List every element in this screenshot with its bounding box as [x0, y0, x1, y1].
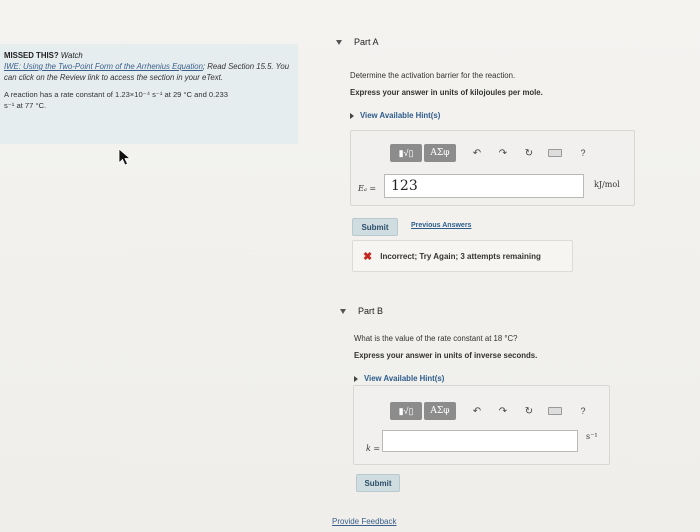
provide-feedback-link[interactable]: Provide Feedback	[332, 517, 396, 526]
greek-symbols-button[interactable]: ΑΣφ	[424, 144, 456, 162]
incorrect-x-icon: ✖	[363, 250, 373, 263]
undo-icon[interactable]: ↶	[472, 406, 482, 417]
part-a-unit: kJ/mol	[594, 180, 620, 189]
part-a-submit-button[interactable]: Submit	[352, 218, 398, 236]
redo-icon[interactable]: ↷	[498, 148, 508, 159]
part-a-hints-label: View Available Hint(s)	[360, 111, 441, 120]
part-a-answer-input[interactable]: 123	[384, 174, 584, 198]
part-a-title: Part A	[354, 37, 379, 47]
part-b-answer-box	[353, 385, 610, 465]
collapse-triangle-icon	[336, 40, 342, 46]
mouse-cursor-icon	[118, 148, 132, 166]
feedback-text: Incorrect; Try Again; 3 attempts remaini…	[380, 251, 541, 261]
part-b-title: Part B	[358, 306, 384, 316]
keyboard-icon[interactable]	[548, 407, 562, 415]
part-b-instruction: Express your answer in units of inverse …	[354, 351, 538, 360]
part-a-header[interactable]: Part A	[336, 37, 379, 47]
part-a-hints-link[interactable]: View Available Hint(s)	[350, 111, 440, 120]
missed-title: MISSED THIS?	[4, 51, 59, 60]
watch-label: Watch	[60, 51, 83, 60]
part-b-hints-link[interactable]: View Available Hint(s)	[354, 374, 444, 383]
redo-icon[interactable]: ↷	[498, 406, 508, 417]
help-icon[interactable]: ?	[578, 406, 588, 416]
part-b-toolbar: ▮√▯ ΑΣφ ↶ ↷ ↻ ?	[390, 402, 588, 420]
part-a-toolbar: ▮√▯ ΑΣφ ↶ ↷ ↻ ?	[390, 144, 588, 162]
templates-button[interactable]: ▮√▯	[390, 144, 422, 162]
part-b-unit: s⁻¹	[586, 432, 598, 441]
problem-line-2: s⁻¹ at 77 °C.	[4, 101, 47, 110]
help-icon[interactable]: ?	[578, 148, 588, 158]
undo-icon[interactable]: ↶	[472, 148, 482, 159]
part-a-question: Determine the activation barrier for the…	[350, 71, 516, 80]
missed-this-body: IWE: Using the Two-Point Form of the Arr…	[4, 61, 292, 83]
part-b-field-label: k =	[366, 444, 381, 453]
templates-button[interactable]: ▮√▯	[390, 402, 422, 420]
page: MISSED THIS? Watch IWE: Using the Two-Po…	[0, 0, 700, 532]
keyboard-icon[interactable]	[548, 149, 562, 157]
part-b-header[interactable]: Part B	[340, 306, 383, 316]
part-b-submit-button[interactable]: Submit	[356, 474, 400, 492]
problem-line-1: A reaction has a rate constant of 1.23×1…	[4, 90, 228, 99]
part-a-field-label: Eₐ =	[358, 184, 377, 193]
collapse-triangle-icon	[340, 309, 346, 315]
part-b-answer-input[interactable]	[382, 430, 578, 452]
problem-statement: A reaction has a rate constant of 1.23×1…	[4, 89, 292, 111]
reset-icon[interactable]: ↻	[524, 148, 534, 159]
reset-icon[interactable]: ↻	[524, 406, 534, 417]
greek-symbols-button[interactable]: ΑΣφ	[424, 402, 456, 420]
part-a-instruction: Express your answer in units of kilojoul…	[350, 88, 543, 97]
missed-this-heading: MISSED THIS? Watch	[4, 50, 292, 61]
missed-this-panel: MISSED THIS? Watch IWE: Using the Two-Po…	[0, 44, 298, 144]
part-b-hints-label: View Available Hint(s)	[364, 374, 445, 383]
expand-arrow-icon	[354, 375, 358, 382]
part-b-question: What is the value of the rate constant a…	[354, 334, 518, 343]
read-label: ; Read	[202, 62, 226, 71]
previous-answers-link[interactable]: Previous Answers	[411, 222, 471, 229]
incorrect-feedback: ✖ Incorrect; Try Again; 3 attempts remain…	[352, 240, 573, 272]
expand-arrow-icon	[350, 112, 354, 119]
watch-link[interactable]: IWE: Using the Two-Point Form of the Arr…	[4, 62, 203, 71]
